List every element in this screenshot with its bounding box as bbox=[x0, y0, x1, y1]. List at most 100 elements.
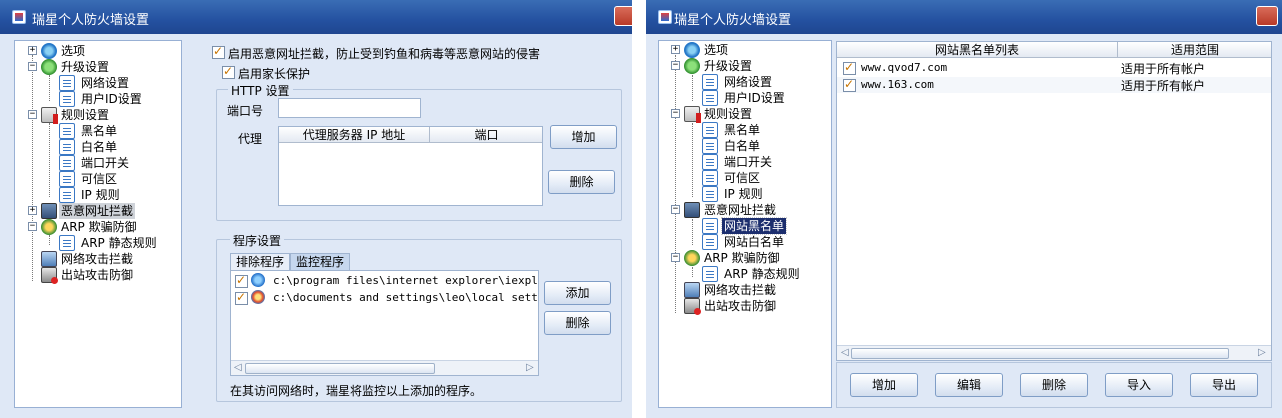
image-separator bbox=[632, 0, 646, 418]
expand-icon[interactable]: + bbox=[28, 46, 37, 55]
tree-item-out-attack[interactable]: 出站攻击防御 bbox=[668, 298, 828, 315]
tree-item-malicious-url[interactable]: + 恶意网址拦截 bbox=[25, 203, 175, 219]
program-group-title: 程序设置 bbox=[230, 232, 285, 249]
collapse-icon[interactable]: − bbox=[671, 109, 680, 118]
tree-item-rules[interactable]: − 规则设置 bbox=[668, 106, 828, 123]
expand-icon[interactable]: + bbox=[671, 45, 680, 54]
collapse-icon[interactable]: − bbox=[28, 222, 37, 231]
enable-url-block-checkbox[interactable] bbox=[212, 44, 225, 59]
collapse-icon[interactable]: − bbox=[671, 61, 680, 70]
site-blacklist-table[interactable]: 网站黑名单列表 适用范围 www.qvod7.com 适用于所有帐户 www.1… bbox=[836, 41, 1272, 361]
tree-item-port[interactable]: 端口开关 bbox=[25, 155, 175, 171]
proxy-ip-column-header[interactable]: 代理服务器 IP 地址 bbox=[279, 127, 430, 143]
proxy-port-column-header[interactable]: 端口 bbox=[430, 127, 542, 143]
enable-parental-checkbox[interactable] bbox=[222, 64, 235, 79]
list-item[interactable]: c:\documents and settings\leo\local sett… bbox=[231, 290, 538, 306]
tree-item-userid[interactable]: 用户ID设置 bbox=[25, 91, 175, 107]
tree-item-site-blacklist[interactable]: 网站黑名单 bbox=[668, 217, 828, 235]
tree-item-net-attack[interactable]: 网络攻击拦截 bbox=[25, 251, 175, 267]
tree-item-trusted[interactable]: 可信区 bbox=[25, 171, 175, 187]
tab-monitor-programs[interactable]: 监控程序 bbox=[290, 253, 351, 270]
tree-item-malicious-url[interactable]: − 恶意网址拦截 bbox=[668, 202, 828, 218]
program-checkbox[interactable] bbox=[235, 273, 248, 288]
delete-program-button[interactable]: 删除 bbox=[544, 311, 611, 335]
scroll-right-icon[interactable]: ▷ bbox=[526, 362, 534, 373]
scroll-right-icon[interactable]: ▷ bbox=[1258, 347, 1266, 358]
table-row[interactable]: www.qvod7.com 适用于所有帐户 bbox=[837, 60, 1271, 76]
tree-item-blacklist[interactable]: 黑名单 bbox=[668, 122, 828, 138]
options-icon bbox=[684, 42, 700, 58]
tree-label: 可信区 bbox=[81, 172, 118, 186]
ie-icon bbox=[251, 273, 265, 287]
tree-item-userid[interactable]: 用户ID设置 bbox=[668, 90, 828, 106]
tree-label: 选项 bbox=[704, 43, 729, 57]
proxy-list[interactable]: 代理服务器 IP 地址 端口 bbox=[278, 126, 543, 206]
tree-label: 端口开关 bbox=[81, 156, 130, 170]
tree-item-out-attack[interactable]: 出站攻击防御 bbox=[25, 267, 175, 284]
scroll-left-icon[interactable]: ◁ bbox=[841, 347, 849, 358]
tree-item-whitelist[interactable]: 白名单 bbox=[25, 139, 175, 155]
port-input[interactable] bbox=[278, 98, 421, 118]
tree-item-rules[interactable]: − 规则设置 bbox=[25, 107, 175, 124]
collapse-icon[interactable]: − bbox=[28, 110, 37, 119]
tree-item-whitelist[interactable]: 白名单 bbox=[668, 138, 828, 154]
tab-exclude-programs[interactable]: 排除程序 bbox=[230, 253, 291, 270]
collapse-icon[interactable]: − bbox=[671, 205, 680, 214]
outbound-attack-icon bbox=[41, 267, 58, 284]
program-checkbox[interactable] bbox=[235, 290, 248, 305]
delete-proxy-button[interactable]: 删除 bbox=[548, 170, 615, 194]
site-column-header[interactable]: 网站黑名单列表 bbox=[837, 42, 1118, 58]
site-checkbox[interactable] bbox=[843, 77, 856, 92]
add-proxy-button[interactable]: 增加 bbox=[550, 125, 617, 149]
tree-item-port[interactable]: 端口开关 bbox=[668, 154, 828, 170]
scope-column-header[interactable]: 适用范围 bbox=[1118, 42, 1271, 58]
delete-site-button[interactable]: 删除 bbox=[1020, 373, 1088, 397]
horizontal-scrollbar[interactable]: ◁ ▷ bbox=[231, 360, 538, 375]
tree-label: IP 规则 bbox=[81, 188, 120, 202]
tree-item-arp[interactable]: − ARP 欺骗防御 bbox=[25, 219, 175, 235]
settings-tree: + 选项 − 升级设置 网络设置 用户ID设置 − 规则设置 黑名单 白名单 端… bbox=[658, 40, 832, 408]
tree-item-upgrade[interactable]: − 升级设置 bbox=[668, 58, 828, 74]
horizontal-scrollbar[interactable]: ◁ ▷ bbox=[837, 345, 1271, 360]
tree-item-ip-rules[interactable]: IP 规则 bbox=[668, 186, 828, 202]
expand-icon[interactable]: + bbox=[28, 206, 37, 215]
tree-item-site-whitelist[interactable]: 网站白名单 bbox=[668, 234, 828, 250]
page-icon bbox=[59, 139, 75, 155]
scroll-left-icon[interactable]: ◁ bbox=[234, 362, 242, 373]
close-button[interactable] bbox=[1256, 6, 1278, 26]
tree-item-upgrade[interactable]: − 升级设置 bbox=[25, 59, 175, 75]
tree-item-arp-static[interactable]: ARP 静态规则 bbox=[25, 235, 175, 251]
tree-label: 升级设置 bbox=[704, 59, 753, 73]
import-button[interactable]: 导入 bbox=[1105, 373, 1173, 397]
tree-item-options[interactable]: + 选项 bbox=[25, 43, 175, 59]
collapse-icon[interactable]: − bbox=[671, 253, 680, 262]
tree-item-ip-rules[interactable]: IP 规则 bbox=[25, 187, 175, 203]
table-row[interactable]: www.163.com 适用于所有帐户 bbox=[837, 77, 1271, 93]
tree-item-options[interactable]: + 选项 bbox=[668, 42, 828, 58]
tree-item-network[interactable]: 网络设置 bbox=[668, 74, 828, 90]
url-block-icon bbox=[41, 203, 57, 219]
add-site-button[interactable]: 增加 bbox=[850, 373, 918, 397]
tree-label: 规则设置 bbox=[61, 108, 110, 122]
close-button[interactable] bbox=[614, 6, 632, 26]
collapse-icon[interactable]: − bbox=[28, 62, 37, 71]
list-item[interactable]: c:\program files\internet explorer\iexpl… bbox=[231, 273, 539, 289]
tree-item-arp[interactable]: − ARP 欺骗防御 bbox=[668, 250, 828, 266]
scroll-thumb[interactable] bbox=[245, 363, 435, 374]
scroll-thumb[interactable] bbox=[851, 348, 1229, 359]
program-list[interactable]: c:\program files\internet explorer\iexpl… bbox=[230, 270, 539, 376]
edit-site-button[interactable]: 编辑 bbox=[935, 373, 1003, 397]
site-checkbox[interactable] bbox=[843, 60, 856, 75]
tree-item-trusted[interactable]: 可信区 bbox=[668, 170, 828, 186]
tree-item-net-attack[interactable]: 网络攻击拦截 bbox=[668, 282, 828, 298]
tree-label: 恶意网址拦截 bbox=[59, 203, 136, 219]
tree-label: ARP 静态规则 bbox=[724, 267, 800, 281]
tree-item-arp-static[interactable]: ARP 静态规则 bbox=[668, 266, 828, 282]
program-path: c:\program files\internet explorer\iexpl… bbox=[273, 274, 539, 287]
options-icon bbox=[41, 43, 57, 59]
tree-item-network[interactable]: 网络设置 bbox=[25, 75, 175, 91]
network-attack-icon bbox=[41, 251, 57, 267]
add-program-button[interactable]: 添加 bbox=[544, 281, 611, 305]
tree-item-blacklist[interactable]: 黑名单 bbox=[25, 123, 175, 139]
export-button[interactable]: 导出 bbox=[1190, 373, 1258, 397]
